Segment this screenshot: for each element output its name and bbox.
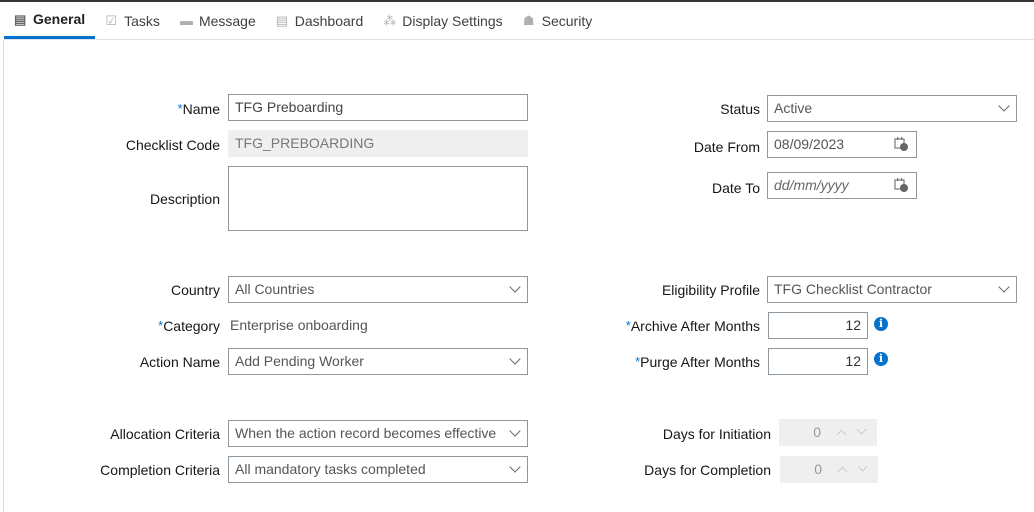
tab-display-settings[interactable]: ⁂ Display Settings [373, 2, 512, 39]
purge-months-input[interactable]: 12 [768, 348, 868, 375]
country-select[interactable]: All Countries [228, 276, 528, 303]
chevron-up-icon [837, 466, 848, 477]
tab-label: Tasks [124, 12, 160, 29]
tab-label: Display Settings [402, 12, 503, 29]
clipboard-check-icon: ☑ [105, 13, 117, 28]
info-icon[interactable]: i [874, 352, 888, 366]
date-to-label: Date To [712, 180, 760, 196]
country-label: Country [170, 282, 220, 298]
eligibility-value: TFG Checklist Contractor [774, 281, 932, 297]
name-input[interactable]: TFG Preboarding [228, 94, 528, 121]
message-icon: ▬ [179, 13, 193, 28]
stepper-value: 0 [814, 461, 822, 477]
checklist-code-input: TFG_PREBOARDING [228, 130, 528, 157]
description-textarea[interactable] [228, 166, 528, 231]
dashboard-icon: ▤ [275, 13, 289, 28]
status-label: Status [720, 101, 760, 117]
chevron-down-icon [856, 424, 867, 435]
display-settings-icon: ⁂ [383, 13, 397, 28]
chevron-down-icon [998, 281, 1010, 293]
tab-label: Dashboard [294, 12, 364, 29]
completion-criteria-select[interactable]: All mandatory tasks completed [228, 456, 528, 483]
status-select[interactable]: Active [767, 95, 1017, 122]
tab-label: Security [541, 12, 593, 29]
tab-label: General [33, 11, 86, 27]
status-value: Active [774, 100, 813, 116]
archive-label: *Archive After Months [626, 318, 760, 334]
allocation-value: When the action record becomes effective [235, 425, 497, 441]
stepper-value: 0 [813, 424, 821, 440]
tab-label: Message [198, 12, 256, 29]
tab-message[interactable]: ▬ Message [170, 2, 266, 39]
document-list-icon: ▤ [14, 11, 27, 27]
chevron-up-icon [836, 429, 847, 440]
days-initiation-stepper: 0 [779, 419, 877, 446]
days-completion-label: Days for Completion [644, 462, 771, 478]
left-border [3, 40, 4, 512]
category-value: Enterprise onboarding [230, 317, 368, 333]
date-from-value: 08/09/2023 [774, 136, 845, 152]
completion-criteria-label: Completion Criteria [100, 462, 220, 478]
tab-bar: ▤ General ☑ Tasks ▬ Message ▤ Dashboard ⁂ Dis… [4, 2, 1034, 40]
calendar-icon[interactable] [894, 178, 908, 192]
info-icon[interactable]: i [874, 317, 888, 331]
eligibility-profile-select[interactable]: TFG Checklist Contractor [767, 276, 1017, 303]
label-text: Purge After Months [640, 354, 760, 370]
name-label: *Name [178, 101, 220, 117]
days-initiation-label: Days for Initiation [662, 426, 771, 442]
chevron-down-icon [998, 100, 1010, 112]
tab-general[interactable]: ▤ General [4, 2, 96, 39]
allocation-criteria-select[interactable]: When the action record becomes effective [228, 420, 528, 447]
completion-value: All mandatory tasks completed [235, 461, 426, 477]
chevron-down-icon [857, 461, 868, 472]
country-value: All Countries [235, 281, 315, 297]
action-name-value: Add Pending Worker [235, 353, 364, 369]
user-security-icon: ☗ [522, 13, 535, 28]
date-to-placeholder: dd/mm/yyyy [774, 177, 849, 193]
tab-security[interactable]: ☗ Security [513, 2, 603, 39]
label-text: Archive After Months [630, 318, 760, 334]
date-from-label: Date From [693, 139, 760, 155]
tab-dashboard[interactable]: ▤ Dashboard [266, 2, 374, 39]
chevron-down-icon [509, 425, 521, 437]
action-name-select[interactable]: Add Pending Worker [228, 348, 528, 375]
description-label: Description [149, 191, 220, 207]
date-from-input[interactable]: 08/09/2023 [767, 131, 917, 158]
calendar-icon[interactable] [894, 137, 908, 151]
chevron-down-icon [509, 353, 521, 365]
category-label: *Category [158, 318, 220, 334]
chevron-down-icon [509, 461, 521, 473]
eligibility-profile-label: Eligibility Profile [661, 282, 760, 298]
label-text: Name [182, 101, 220, 117]
tab-tasks[interactable]: ☑ Tasks [95, 2, 170, 39]
archive-months-input[interactable]: 12 [768, 312, 868, 339]
purge-label: *Purge After Months [635, 354, 760, 370]
checklist-code-label: Checklist Code [125, 137, 220, 153]
label-text: Category [163, 318, 220, 334]
days-completion-stepper: 0 [780, 456, 878, 483]
action-name-label: Action Name [139, 354, 220, 370]
date-to-input[interactable]: dd/mm/yyyy [767, 172, 917, 199]
allocation-criteria-label: Allocation Criteria [110, 426, 220, 442]
chevron-down-icon [509, 281, 521, 293]
